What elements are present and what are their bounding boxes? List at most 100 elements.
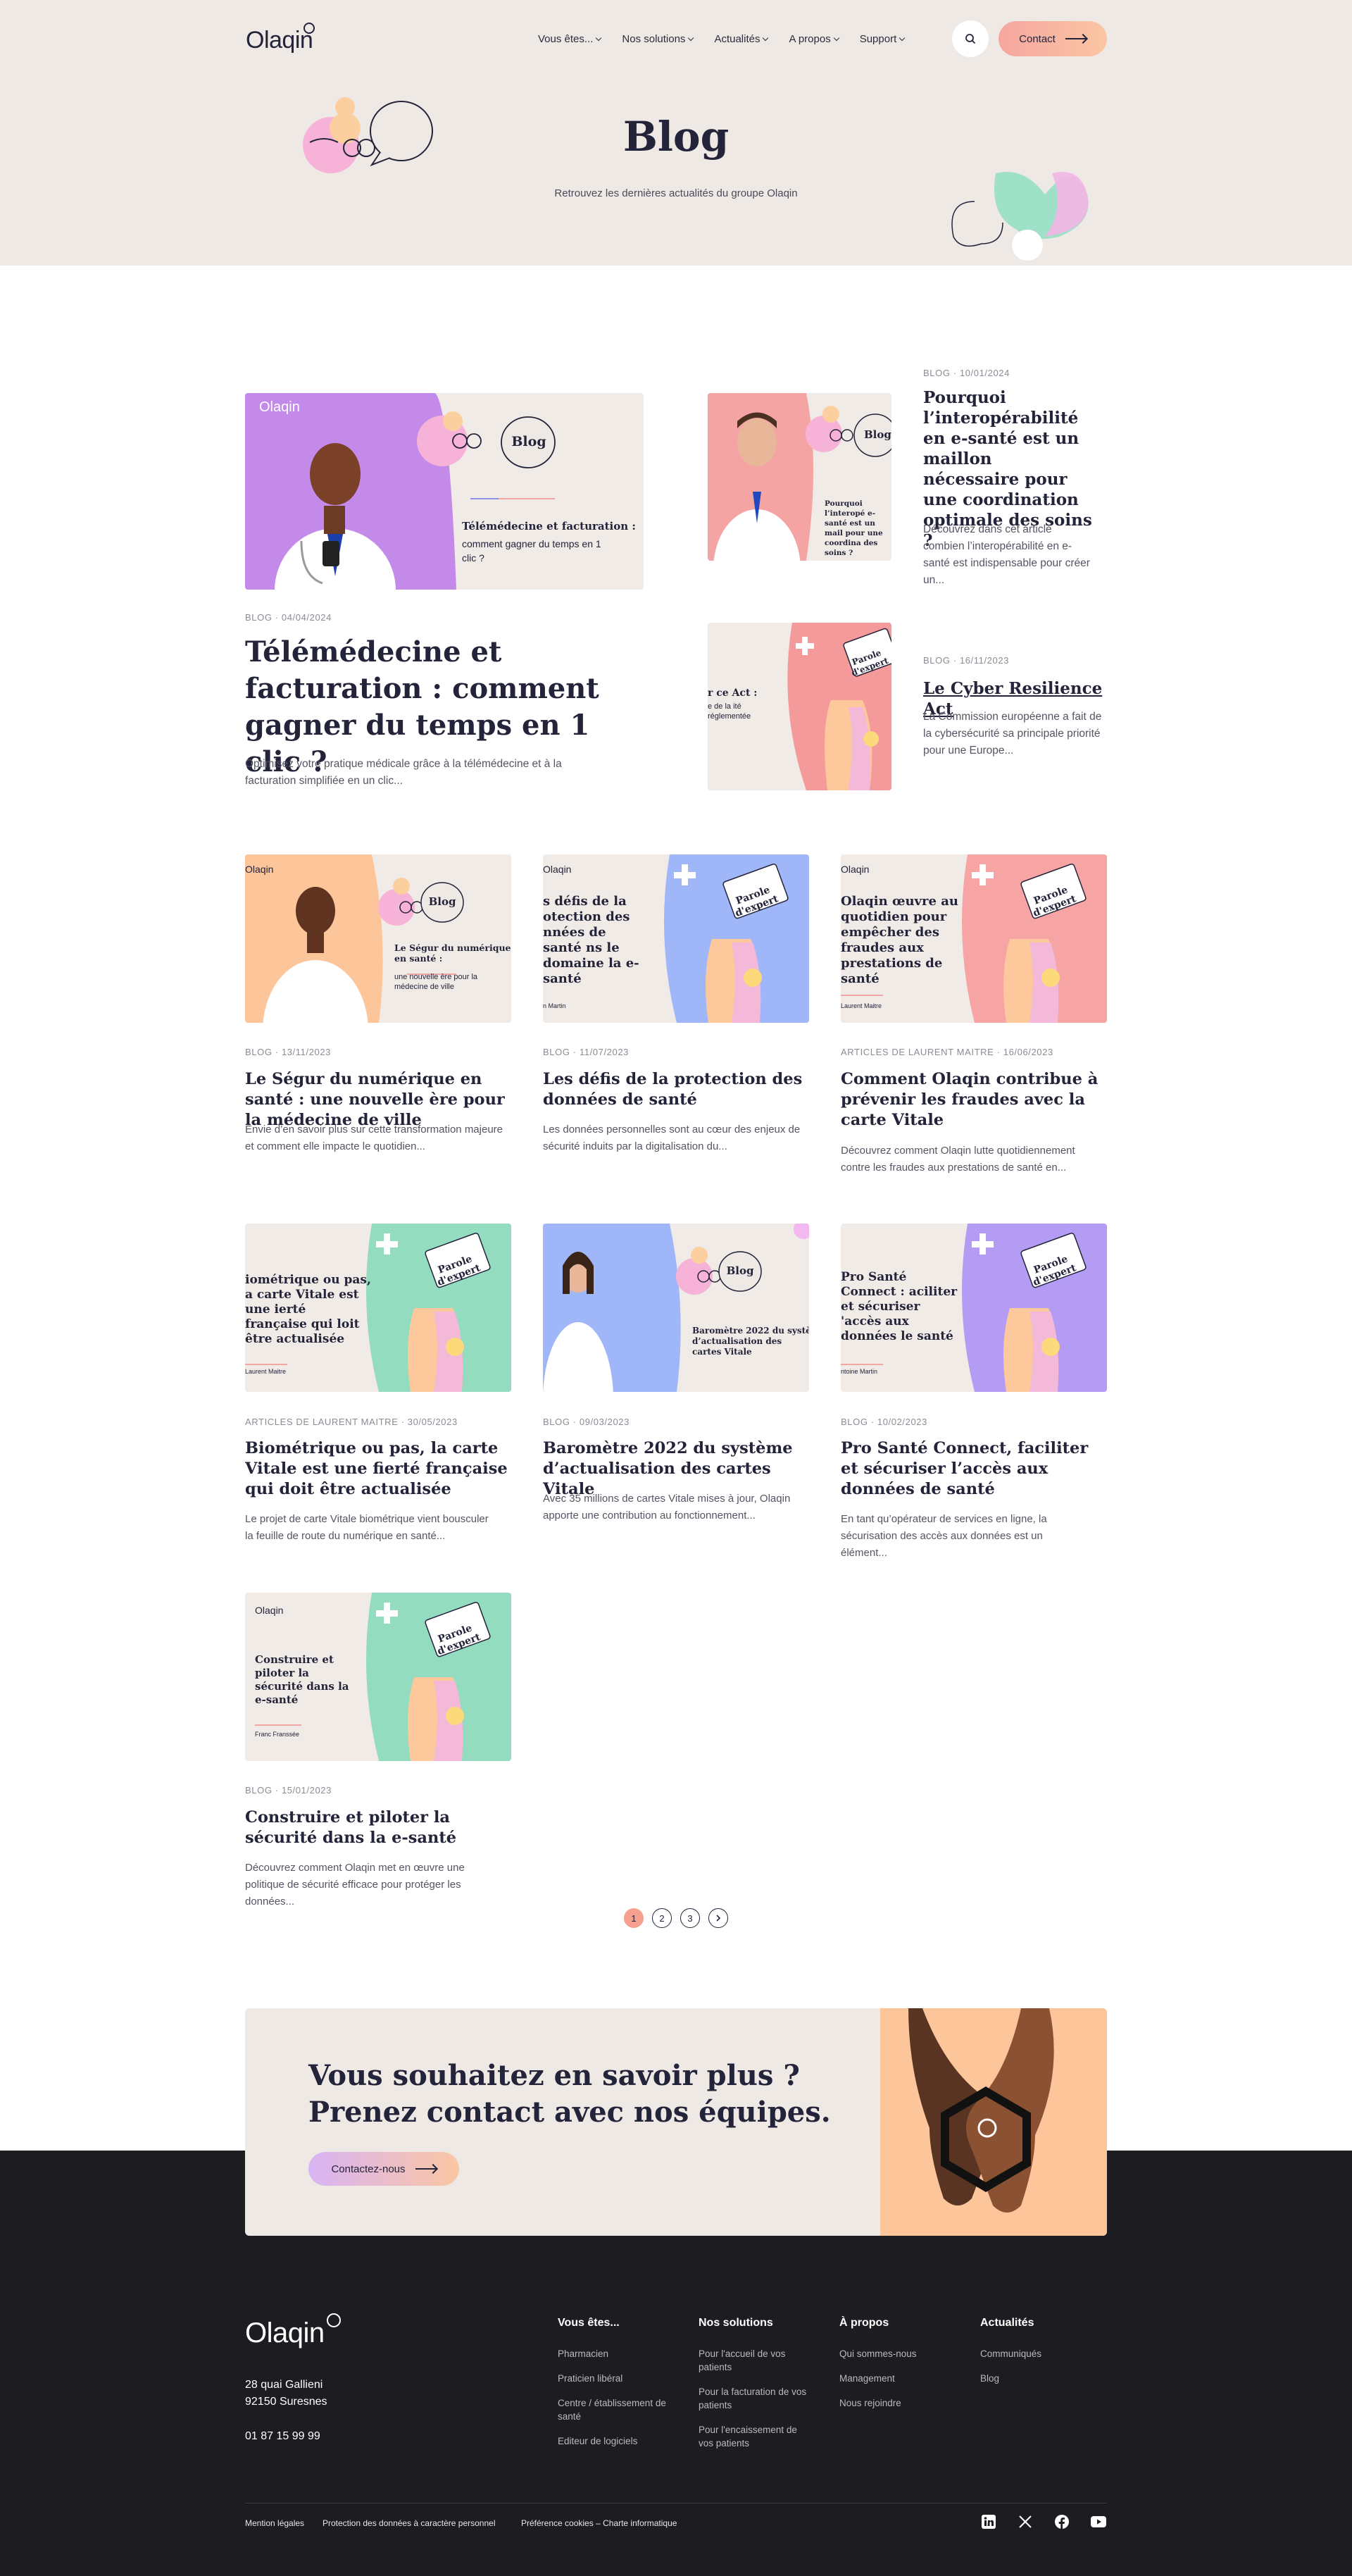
thumb-title: Pourquoi l’interopé e-santé est un mail … <box>825 499 883 557</box>
card-excerpt: Avec 35 millions de cartes Vitale mises … <box>543 1493 791 1522</box>
hero-section: Olaqin Vous êtes... Nos solutions Actual… <box>0 0 1352 266</box>
card-excerpt: Le projet de carte Vitale biométrique vi… <box>245 1513 489 1542</box>
card-meta: BLOG · 11/07/2023 <box>543 1047 629 1057</box>
thumb-subtitle: Laurent Maitre <box>245 1368 287 1375</box>
thumb-title: Olaqin œuvre au quotidien pour empêcher … <box>841 894 958 986</box>
search-button[interactable] <box>952 20 989 57</box>
contact-button[interactable]: Contact <box>999 21 1107 56</box>
facebook-icon[interactable] <box>1054 2514 1070 2530</box>
chevron-right-icon <box>716 1915 721 1922</box>
nav-actualites[interactable]: Actualités <box>714 33 769 45</box>
footer-link[interactable]: Centre / établissement de santé <box>558 2396 684 2423</box>
site-logo[interactable]: Olaqin <box>246 23 316 54</box>
card-title[interactable]: Biométrique ou pas, la carte Vitale est … <box>245 1438 511 1500</box>
contact-us-button[interactable]: Contactez-nous <box>308 2152 459 2186</box>
card-illustration <box>543 1224 809 1392</box>
thumb-subtitle: e de la ité réglementée <box>708 702 751 721</box>
footer-link[interactable]: Praticien libéral <box>558 2372 622 2385</box>
card-excerpt: Les données personnelles sont au cœur de… <box>543 1124 801 1152</box>
thumb-subtitle: Laurent Maitre <box>841 1002 882 1009</box>
page-subtitle: Retrouvez les dernières actualités du gr… <box>554 187 798 199</box>
thumb-bubble-label: Blog <box>864 428 891 441</box>
footer-link[interactable]: Pour l'encaissement de vos patients <box>699 2423 811 2450</box>
card-illustration: Olaqin <box>245 854 464 1023</box>
thumb-title: Baromètre 2022 du systè d’actualisation … <box>692 1326 809 1357</box>
x-icon[interactable] <box>1018 2514 1033 2530</box>
thumb-bubble-label: Blog <box>511 434 546 449</box>
main-nav: Vous êtes... Nos solutions Actualités A … <box>538 28 906 49</box>
footer-link[interactable]: Pour la facturation de vos patients <box>699 2385 822 2412</box>
arrow-right-icon <box>415 2168 437 2170</box>
footer-col-title: Actualités <box>980 2317 1034 2329</box>
card-thumbnail[interactable]: Parole d'expert iométrique ou pas, a car… <box>245 1224 511 1392</box>
footer-link[interactable]: Nous rejoindre <box>839 2396 901 2410</box>
card-thumbnail[interactable]: Olaqin Blog Le Ségur du numérique en san… <box>245 854 511 1023</box>
page-2-button[interactable]: 2 <box>652 1908 672 1928</box>
thumb-title: Construire et piloter la sécurité dans l… <box>255 1653 349 1706</box>
contact-cta: Vous souhaitez en savoir plus ? Prenez c… <box>245 2008 1107 2236</box>
thumb-bubble-label: Blog <box>726 1264 754 1277</box>
card-meta: BLOG · 13/11/2023 <box>245 1047 331 1057</box>
side-article-excerpt: La Commission européenne a fait de la cy… <box>923 711 1102 757</box>
footer-link[interactable]: Pour l'accueil de vos patients <box>699 2347 811 2374</box>
svg-text:Olaqin: Olaqin <box>255 1605 283 1616</box>
chevron-down-icon <box>596 35 602 41</box>
card-title[interactable]: Construire et piloter la sécurité dans l… <box>245 1807 511 1848</box>
footer-address-line2: 92150 Suresnes <box>245 2396 327 2408</box>
footer-logo[interactable]: Olaqin <box>245 2313 341 2348</box>
thumb-title: iométrique ou pas, a carte Vitale est un… <box>245 1273 371 1346</box>
next-page-button[interactable] <box>708 1908 728 1928</box>
youtube-icon[interactable] <box>1091 2514 1106 2530</box>
legal-link[interactable]: Préférence cookies – Charte informatique <box>521 2518 677 2528</box>
card-meta: ARTICLES DE LAURENT MAITRE · 16/06/2023 <box>841 1047 1053 1057</box>
side-article-thumbnail[interactable]: Parole d'expert r ce Act : e de la ité r… <box>708 623 891 790</box>
chevron-down-icon <box>899 35 906 41</box>
footer-link[interactable]: Blog <box>980 2372 999 2385</box>
card-meta: BLOG · 09/03/2023 <box>543 1417 630 1427</box>
card-thumbnail[interactable]: Olaqin Parole d'expert Construire et pil… <box>245 1593 511 1761</box>
thumb-subtitle: n Martin <box>543 1002 566 1009</box>
footer-address-line1: 28 quai Gallieni <box>245 2379 323 2391</box>
card-thumbnail[interactable]: Parole d'expert Pro Santé Connect : acil… <box>841 1224 1107 1392</box>
featured-thumbnail[interactable]: Olaqin Blog Télémédecine et facturation … <box>245 393 644 590</box>
nav-a-propos[interactable]: A propos <box>789 33 839 45</box>
svg-text:Olaqin: Olaqin <box>259 399 300 415</box>
thumb-title: Pro Santé Connect : aciliter et sécurise… <box>841 1270 958 1343</box>
side-article-excerpt: Découvrez dans cet article combien l’int… <box>923 523 1090 586</box>
footer-link[interactable]: Editeur de logiciels <box>558 2434 637 2448</box>
card-title[interactable]: Comment Olaqin contribue à prévenir les … <box>841 1069 1107 1131</box>
thumb-title: Télémédecine et facturation : <box>462 520 636 533</box>
page-1-button[interactable]: 1 <box>624 1908 644 1928</box>
footer-col-title: Nos solutions <box>699 2317 773 2329</box>
footer-link[interactable]: Communiqués <box>980 2347 1041 2360</box>
thumb-subtitle: ntoine Martin <box>841 1368 878 1375</box>
footer-link[interactable]: Qui sommes-nous <box>839 2347 917 2360</box>
card-title[interactable]: Pro Santé Connect, faciliter et sécurise… <box>841 1438 1107 1500</box>
footer-phone[interactable]: 01 87 15 99 99 <box>245 2428 320 2445</box>
chevron-down-icon <box>763 35 769 41</box>
card-title[interactable]: Les défis de la protection des données d… <box>543 1069 809 1110</box>
side-article-thumbnail[interactable]: Blog Pourquoi l’interopé e-santé est un … <box>708 393 891 561</box>
arrow-right-icon <box>1065 38 1087 39</box>
card-thumbnail[interactable]: Blog Baromètre 2022 du systè d’actualisa… <box>543 1224 809 1392</box>
thumb-bubble-label: Blog <box>428 895 456 908</box>
legal-link[interactable]: Mention légales <box>245 2518 304 2528</box>
page-3-button[interactable]: 3 <box>680 1908 700 1928</box>
card-thumbnail[interactable]: Olaqin Parole d'expert s défis de la ote… <box>543 854 809 1023</box>
nav-vous-etes[interactable]: Vous êtes... <box>538 33 602 45</box>
thumb-title: Le Ségur du numérique en santé : <box>394 942 511 964</box>
nav-support[interactable]: Support <box>860 33 906 45</box>
cta-hands-image <box>880 2008 1107 2236</box>
nav-nos-solutions[interactable]: Nos solutions <box>622 33 694 45</box>
cta-title: Vous souhaitez en savoir plus ? Prenez c… <box>308 2059 831 2129</box>
footer-link[interactable]: Pharmacien <box>558 2347 608 2360</box>
linkedin-icon[interactable] <box>981 2514 996 2530</box>
legal-link[interactable]: Protection des données à caractère perso… <box>323 2518 496 2528</box>
chevron-down-icon <box>833 35 839 41</box>
footer-link[interactable]: Management <box>839 2372 895 2385</box>
card-thumbnail[interactable]: Olaqin Parole d'expert Olaqin œuvre au q… <box>841 854 1107 1023</box>
card-meta: ARTICLES DE LAURENT MAITRE · 30/05/2023 <box>245 1417 458 1427</box>
hero-decoration-right <box>951 172 1089 261</box>
side-article-meta: BLOG · 10/01/2024 <box>923 368 1010 378</box>
thumb-title: s défis de la otection des nnées de sant… <box>543 894 639 986</box>
